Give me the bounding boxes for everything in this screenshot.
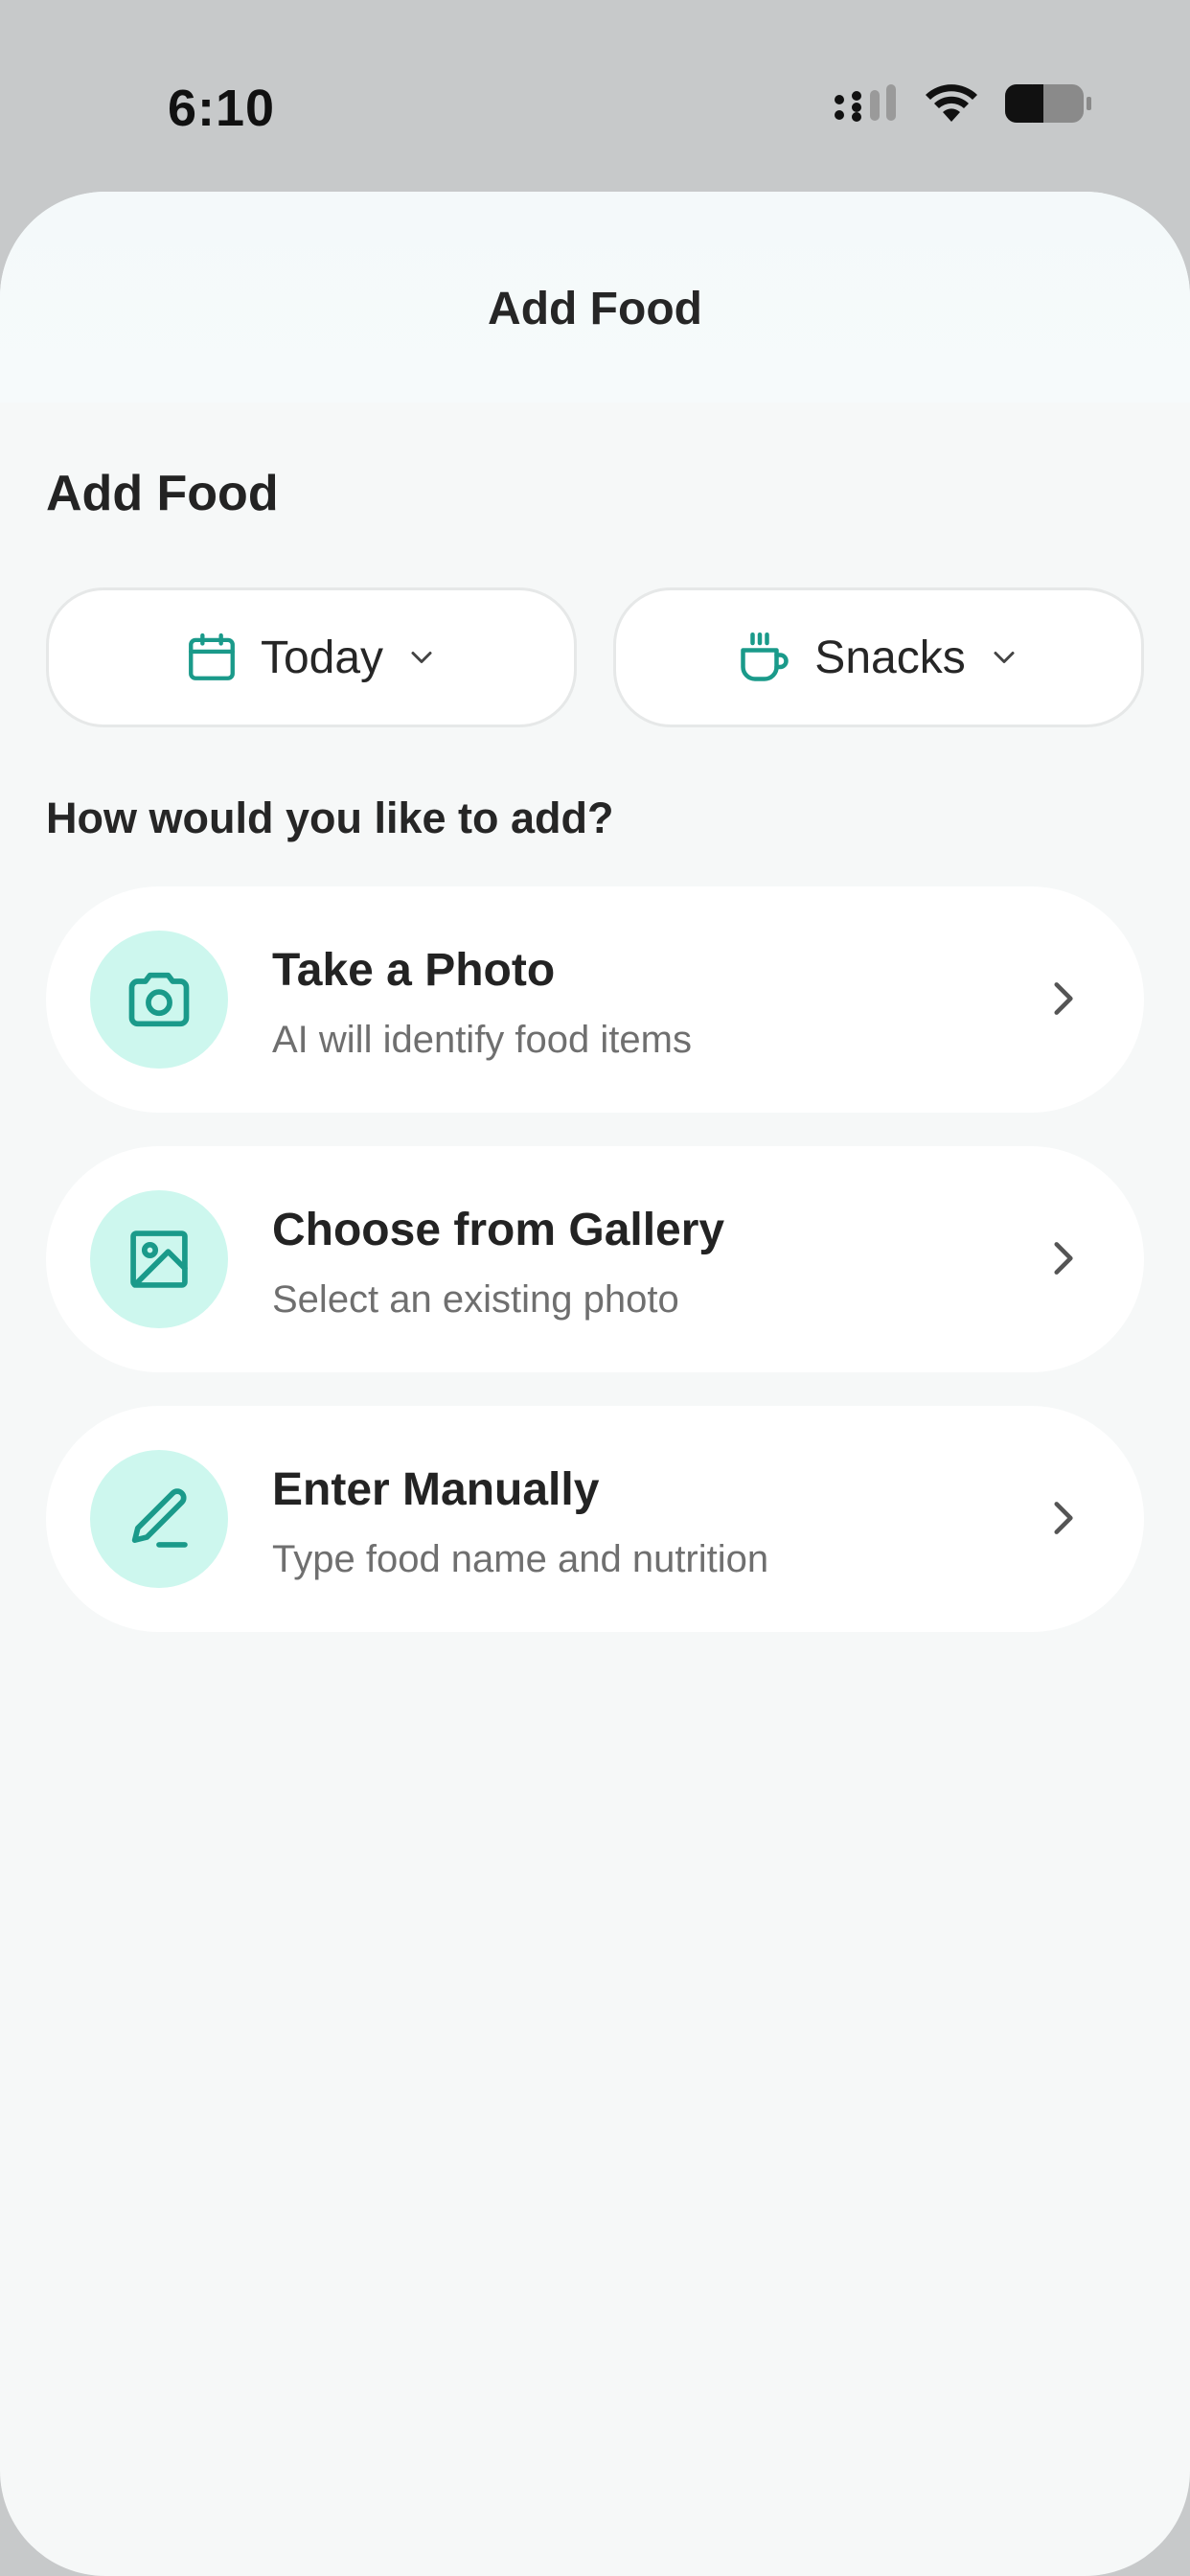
pencil-icon bbox=[131, 1488, 188, 1548]
meal-selector[interactable]: Snacks bbox=[613, 587, 1144, 727]
cup-icon bbox=[741, 632, 790, 681]
chevron-right-icon bbox=[1054, 1242, 1073, 1275]
chevron-right-icon bbox=[1054, 1502, 1073, 1534]
chevron-right-icon bbox=[1054, 982, 1073, 1015]
meal-selector-label: Snacks bbox=[814, 632, 966, 683]
calendar-icon bbox=[189, 632, 235, 680]
section-title: Add Food bbox=[46, 466, 279, 521]
status-icons bbox=[834, 82, 1092, 125]
add-method-question: How would you like to add? bbox=[46, 794, 614, 842]
date-selector[interactable]: Today bbox=[46, 587, 577, 727]
battery-icon bbox=[1005, 84, 1091, 123]
take-photo-option[interactable]: Take a Photo AI will identify food items bbox=[46, 886, 1144, 1113]
choose-gallery-option[interactable]: Choose from Gallery Select an existing p… bbox=[46, 1146, 1144, 1372]
take-photo-title: Take a Photo bbox=[272, 945, 556, 996]
image-icon bbox=[130, 1230, 188, 1288]
take-photo-icon-circle bbox=[90, 931, 228, 1069]
date-selector-label: Today bbox=[260, 632, 384, 683]
sheet-title: Add Food bbox=[488, 284, 702, 334]
enter-manually-title: Enter Manually bbox=[272, 1464, 600, 1515]
camera-icon bbox=[128, 972, 190, 1027]
status-bar: 6:10 bbox=[0, 0, 1190, 192]
enter-manually-icon-circle bbox=[90, 1450, 228, 1588]
chevron-down-icon bbox=[411, 652, 432, 663]
cellular-signal-icon bbox=[835, 84, 896, 122]
status-time: 6:10 bbox=[168, 80, 276, 137]
gallery-icon-circle bbox=[90, 1190, 228, 1328]
wifi-icon bbox=[926, 84, 977, 122]
choose-gallery-title: Choose from Gallery bbox=[272, 1205, 725, 1255]
take-photo-subtitle: AI will identify food items bbox=[272, 1019, 692, 1061]
add-food-sheet: Add Food Add Food Today Snacks How would… bbox=[0, 192, 1190, 2576]
choose-gallery-subtitle: Select an existing photo bbox=[272, 1278, 679, 1321]
chevron-down-icon bbox=[994, 652, 1015, 663]
enter-manually-option[interactable]: Enter Manually Type food name and nutrit… bbox=[46, 1406, 1144, 1632]
sheet-header: Add Food bbox=[0, 192, 1190, 402]
enter-manually-subtitle: Type food name and nutrition bbox=[272, 1538, 769, 1580]
